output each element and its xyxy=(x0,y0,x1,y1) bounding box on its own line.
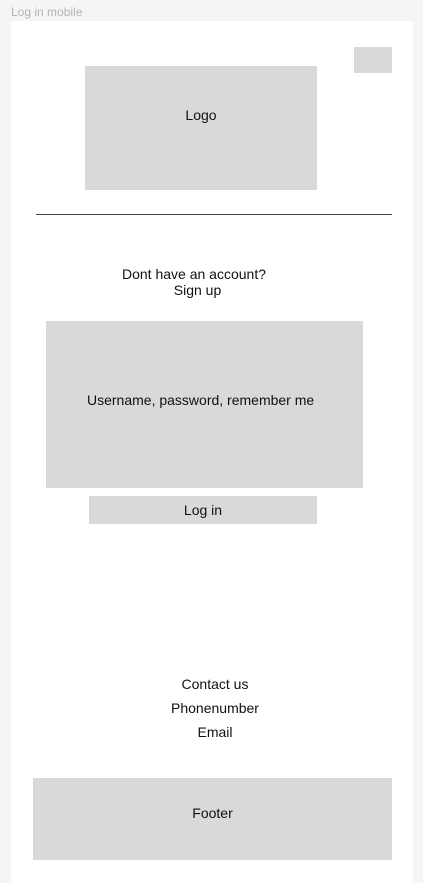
login-mobile-frame: Logo Dont have an account? Sign up Usern… xyxy=(11,21,413,883)
menu-icon[interactable] xyxy=(354,47,392,73)
divider xyxy=(36,214,392,215)
signup-link[interactable]: Sign up xyxy=(11,282,384,298)
logo: Logo xyxy=(85,66,317,190)
footer-label: Footer xyxy=(192,805,233,821)
login-button[interactable]: Log in xyxy=(89,496,317,524)
contact-phone[interactable]: Phonenumber xyxy=(11,700,419,716)
logo-label: Logo xyxy=(185,107,217,123)
contact-us-link[interactable]: Contact us xyxy=(11,676,419,692)
signup-prompt: Dont have an account? xyxy=(122,266,266,282)
footer: Footer xyxy=(33,778,392,860)
frame-title: Log in mobile xyxy=(11,5,83,19)
login-form-label: Username, password, remember me xyxy=(87,392,315,408)
login-form-placeholder[interactable]: Username, password, remember me xyxy=(46,321,363,488)
contact-email[interactable]: Email xyxy=(11,724,419,740)
